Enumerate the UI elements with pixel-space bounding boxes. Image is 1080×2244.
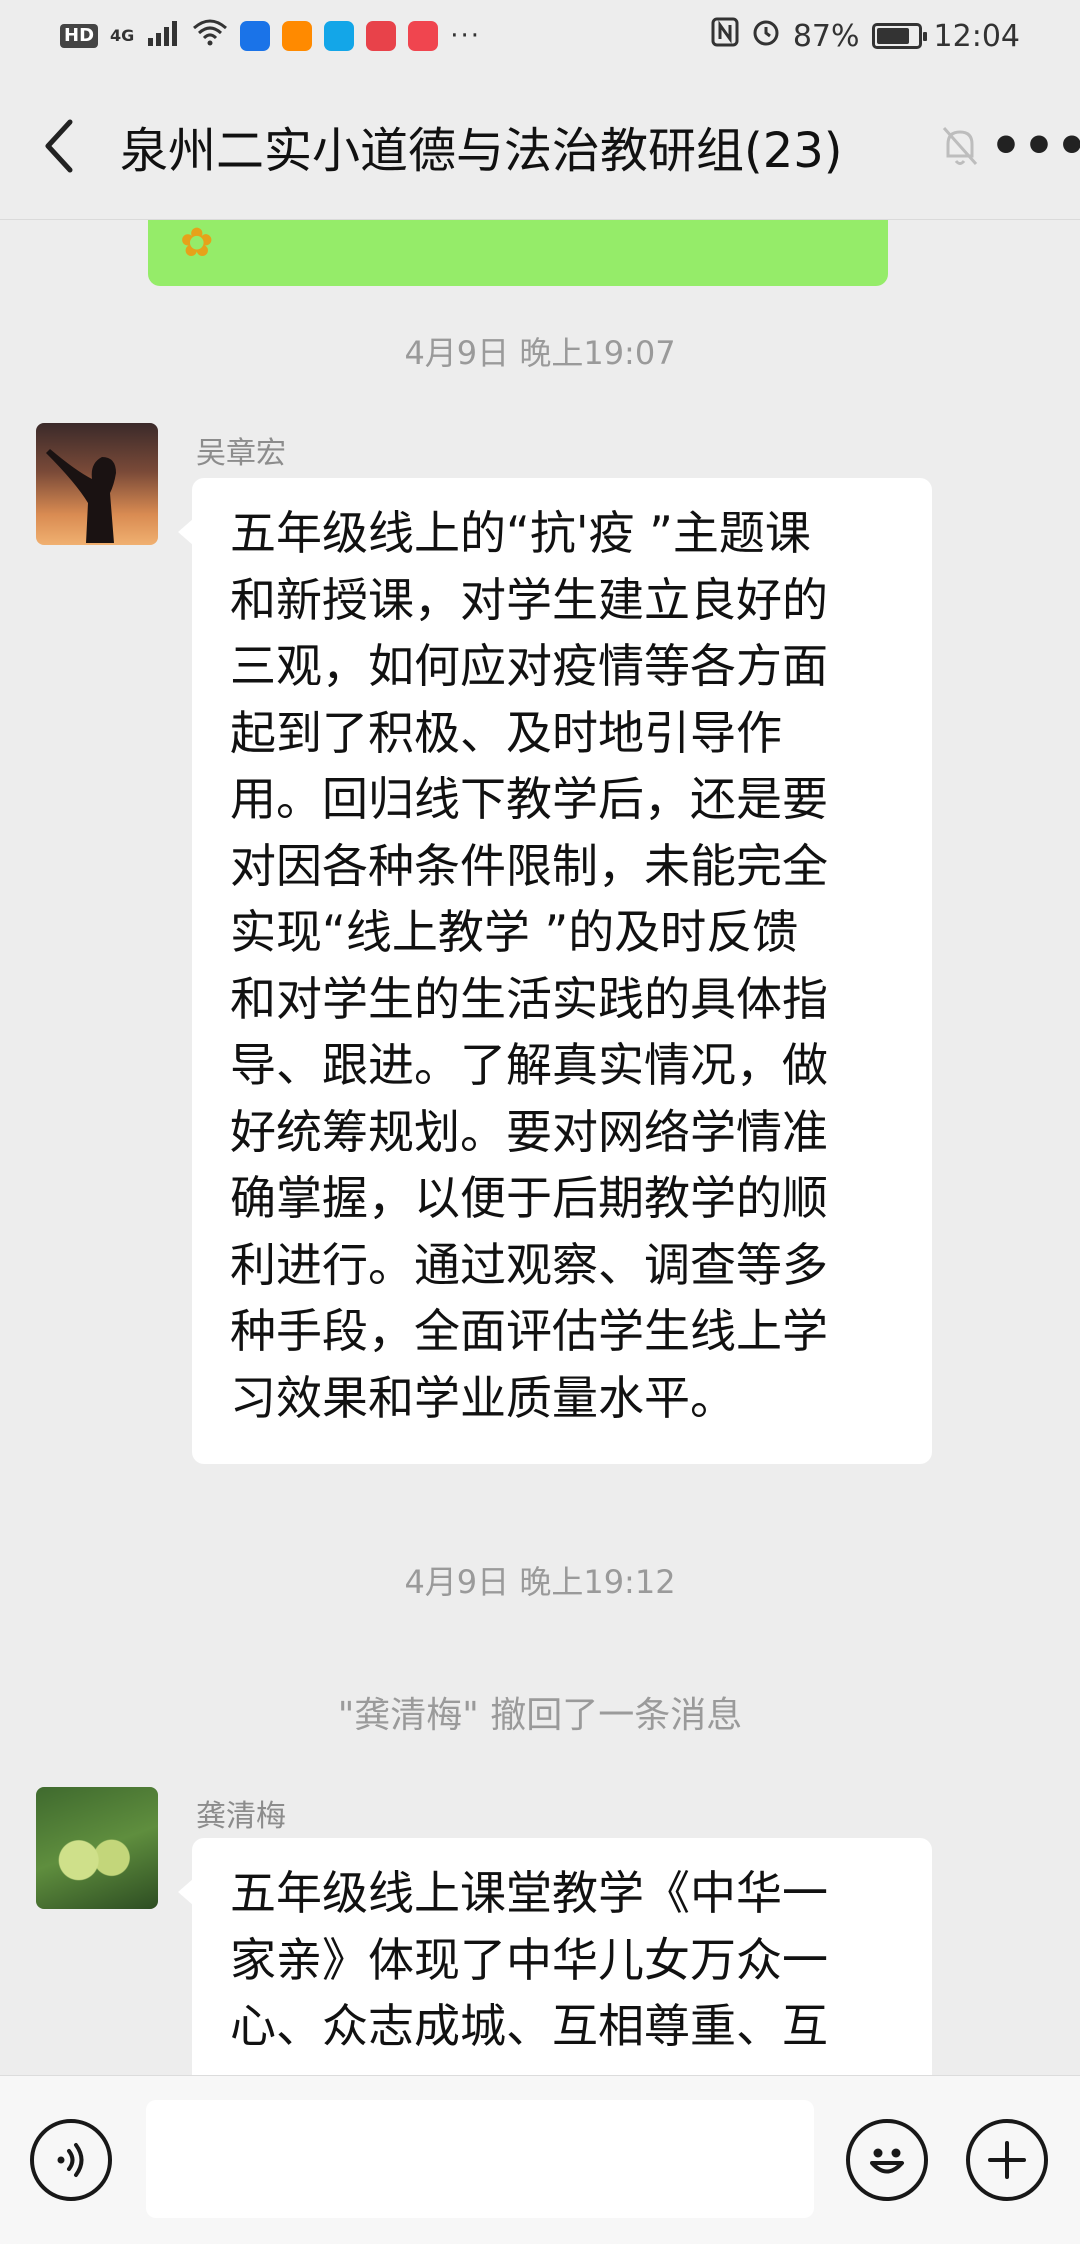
chat-title: 泉州二实小道德与法治教研组(23) [120,122,843,179]
message-line: 好统筹规划。要对网络学情准 [230,1104,828,1159]
hd-badge: HD [60,24,99,48]
message-line: 利进行。通过观察、调查等多 [230,1237,828,1292]
chat-header: 泉州二实小道德与法治教研组(23) ••• [0,72,1080,220]
emoji-button[interactable] [846,2119,928,2201]
voice-icon [57,2143,84,2177]
avatar[interactable] [36,423,158,545]
sender-name: 龚清梅 [196,1799,286,1834]
timestamp: 4月9日 晚上19:12 [404,1563,676,1601]
message-line: 起到了积极、及时地引导作 [230,705,782,760]
message-line: 三观，如何应对疫情等各方面 [230,639,828,693]
more-notifications: ··· [450,21,482,51]
silhouette-icon [46,449,116,543]
status-bar: HD 4G ··· 87% 12:04 [0,0,1080,72]
search-app-icon [324,21,355,51]
message-line: 习效果和学业质量水平。 [230,1370,736,1425]
message-line: 和对学生的生活实践的具体指 [230,971,828,1026]
message-line: 对因各种条件限制，未能完全 [230,838,828,893]
video-app-icon [282,21,313,51]
voice-input-button[interactable] [30,2119,112,2201]
input-bar [0,2075,1080,2244]
status-left: HD 4G ··· [60,18,481,54]
alarm-icon [751,17,781,55]
message-input[interactable] [146,2100,814,2218]
signal-icon [146,19,180,54]
message-line: 导、跟进。了解真实情况，做 [230,1038,828,1092]
wifi-icon [192,18,228,54]
battery-icon [871,23,927,49]
message-line: 五年级线上的“抗'疫 ”主题课 [230,506,811,560]
status-right: 87% 12:04 [711,17,1020,55]
own-message-bubble[interactable] [148,220,888,286]
app-notification-icon [240,21,271,51]
message-bubble[interactable]: 五年级线上课堂教学《中华一 家亲》体现了中华儿女万众一 心、众志成城、互相尊重、… [178,1838,932,2075]
avatar[interactable] [36,1787,158,1909]
message-line: 实现“线上教学 ”的及时反馈 [230,905,799,959]
shop-app-icon [408,21,439,51]
battery-percent: 87% [792,18,860,54]
mute-icon [930,124,990,168]
message-line: 五年级线上课堂教学《中华一 [230,1866,828,1920]
recall-notice: "龚清梅" 撤回了一条消息 [337,1695,743,1736]
message-line: 和新授课，对学生建立良好的 [230,572,828,627]
nfc-icon [711,17,739,55]
message-bubble[interactable]: 五年级线上的“抗'疫 ”主题课 和新授课，对学生建立良好的 三观，如何应对疫情等… [178,478,932,1464]
back-button[interactable] [0,72,120,219]
message-line: 种手段，全面评估学生线上学 [230,1304,828,1358]
sender-name: 吴章宏 [196,436,286,471]
message-list[interactable]: ✿ 4月9日 晚上19:07 吴章宏 五年级线上的“抗'疫 ”主题课 和新授课，… [0,220,1080,2075]
timestamp: 4月9日 晚上19:07 [404,334,676,372]
message-line: 用。回归线下教学后，还是要 [230,772,828,826]
plus-icon [988,2141,1026,2179]
emoji-icon: ✿ [180,220,214,266]
smiley-icon [870,2148,904,2174]
network-type: 4G [110,26,135,45]
clock: 12:04 [933,18,1020,54]
message-line: 心、众志成城、互相尊重、互 [230,1999,828,2053]
message-line: 家亲》体现了中华儿女万众一 [230,1932,828,1987]
more-functions-button[interactable] [966,2119,1048,2201]
message-line: 确掌握，以便于后期教学的顺 [230,1171,828,1225]
reader-app-icon [366,21,397,51]
chevron-left-icon [45,119,73,172]
more-options-button[interactable]: ••• [990,117,1080,175]
